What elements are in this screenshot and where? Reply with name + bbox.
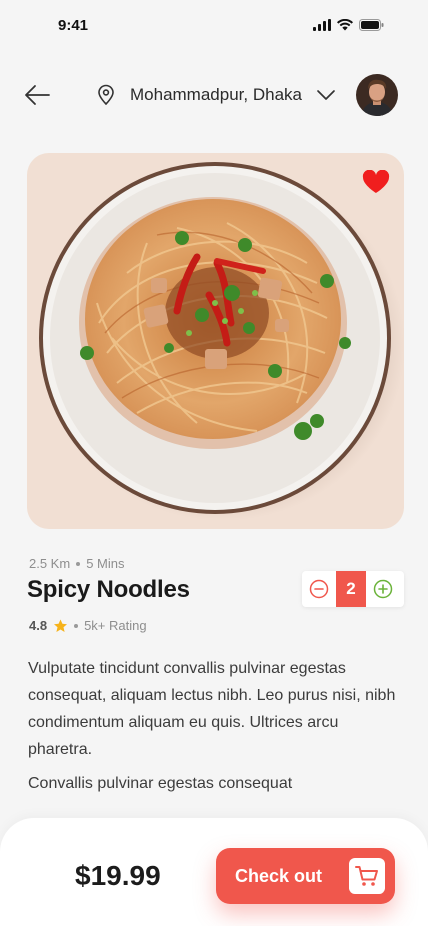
rating-count: 5k+ Rating: [84, 618, 147, 633]
distance: 2.5 Km: [29, 556, 71, 571]
back-arrow-icon: [25, 85, 50, 105]
avatar[interactable]: [356, 74, 398, 116]
product-description: Vulputate tincidunt convallis pulvinar e…: [28, 660, 396, 758]
product-image: [27, 153, 404, 529]
noodles-dish-illustration: [39, 162, 404, 521]
duration: 5 Mins: [86, 556, 125, 571]
back-button[interactable]: [22, 82, 52, 108]
total-price: $19.99: [75, 860, 161, 891]
separator-dot: [76, 561, 81, 566]
status-time: 9:41: [58, 17, 89, 34]
status-icons: [313, 19, 384, 31]
rating-row: 4.8 5k+ Rating: [29, 618, 147, 633]
product-title: Spicy Noodles: [27, 576, 190, 603]
avatar-image: [356, 74, 398, 116]
wifi-icon: [337, 19, 353, 31]
checkout-label: Check out: [235, 865, 323, 886]
location-selector[interactable]: Mohammadpur, Dhaka: [96, 84, 336, 106]
increase-button[interactable]: [366, 571, 400, 607]
heart-icon: [362, 169, 390, 193]
decrease-button[interactable]: [302, 571, 336, 607]
delivery-meta: 2.5 Km 5 Mins: [29, 556, 124, 571]
checkout-bar: $19.99 Check out: [0, 818, 428, 926]
favorite-button[interactable]: [362, 169, 390, 194]
quantity-value: 2: [336, 571, 366, 607]
cart-icon: [355, 866, 378, 886]
star-icon: [54, 619, 68, 632]
cart-icon-box: [349, 858, 385, 894]
location-pin-icon: [98, 84, 114, 106]
battery-icon: [359, 19, 384, 31]
rating-value: 4.8: [29, 618, 48, 633]
status-bar: 9:41: [0, 0, 428, 52]
minus-icon: [309, 579, 329, 599]
plus-icon: [373, 579, 393, 599]
location-text: Mohammadpur, Dhaka: [130, 85, 302, 104]
checkout-button[interactable]: Check out: [216, 848, 395, 904]
product-description-secondary: Convallis pulvinar egestas consequat: [28, 775, 293, 792]
quantity-stepper: 2: [302, 571, 404, 607]
separator-dot: [74, 623, 79, 628]
chevron-down-icon: [317, 90, 335, 100]
signal-icon: [313, 19, 331, 31]
header: Mohammadpur, Dhaka: [0, 72, 428, 120]
